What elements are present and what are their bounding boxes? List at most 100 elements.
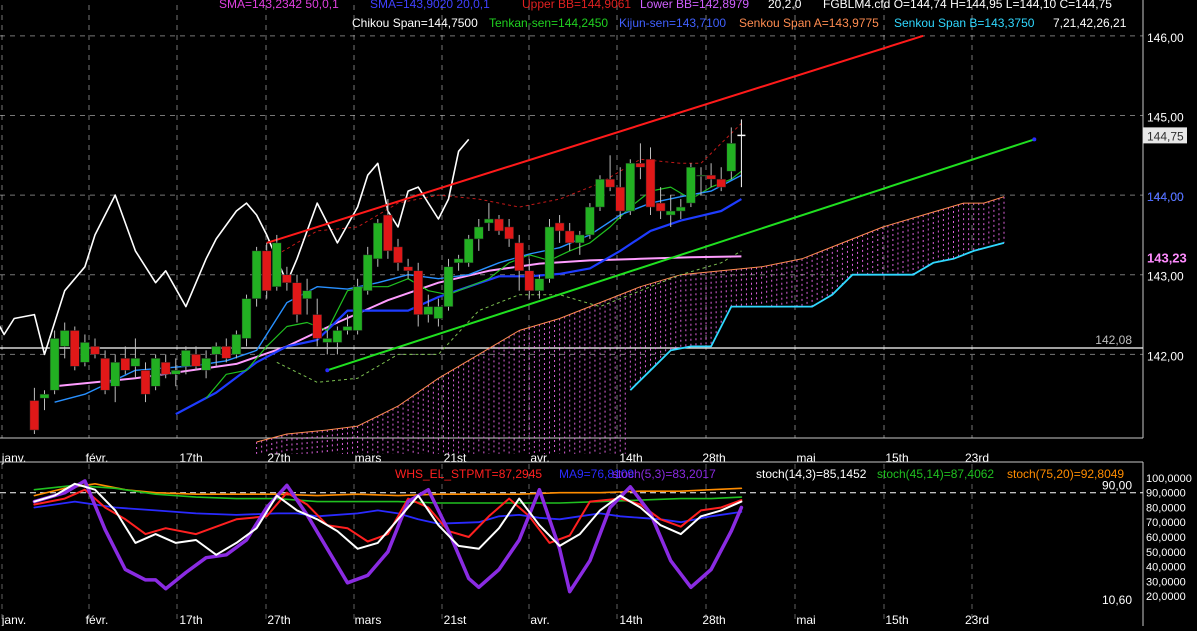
header-senkou_b: Senkou Span B=143,3750 <box>894 16 1035 30</box>
candle-body <box>534 278 545 291</box>
y-tick-label: 142,00 <box>1147 349 1184 363</box>
candle-body <box>362 254 373 291</box>
candle-body <box>524 270 535 291</box>
header-lower_bb: Lower BB=142,8979 <box>640 0 749 11</box>
candle-body <box>665 210 676 216</box>
candle-body <box>39 393 50 399</box>
candle-body <box>373 222 383 260</box>
candle-body <box>49 338 60 391</box>
indicator-y-tick-label: 20,0000 <box>1146 591 1186 603</box>
y-tick-label: 143,00 <box>1147 270 1184 284</box>
y-tick-label: 146,00 <box>1147 31 1184 45</box>
indicator-legend-entry: stoch(75,20)=92,8049 <box>1007 467 1124 481</box>
candle-body <box>100 358 110 391</box>
header-chikou: Chikou Span=144,7500 <box>352 16 478 30</box>
candle-body <box>504 226 514 240</box>
candle-body <box>130 358 141 367</box>
header-tenkan: Tenkan-sen=144,2450 <box>489 16 608 30</box>
indicator-y-tick-label: 70,0000 <box>1146 517 1186 529</box>
indicator-y-tick-label: 90,0000 <box>1146 488 1186 500</box>
x-tick-label: 15th <box>885 451 908 465</box>
header-params: 7,21,42,26,21 <box>1053 16 1127 30</box>
candle-body <box>463 238 474 264</box>
candle-body <box>625 163 636 212</box>
x-tick-label: mai <box>796 613 815 626</box>
candle-body <box>655 202 666 212</box>
candle-body <box>171 370 181 375</box>
candle-body <box>635 163 646 168</box>
x-tick-label: mai <box>796 451 815 465</box>
candle-body <box>150 358 161 387</box>
y-tick-label: 145,00 <box>1147 110 1184 124</box>
x-tick-label: 23rd <box>965 613 989 626</box>
header-upper_bb: Upper BB=144,9061 <box>522 0 631 11</box>
candle-body <box>181 350 191 367</box>
x-tick-label: 17th <box>179 613 202 626</box>
candle-body <box>696 174 706 177</box>
candle-body <box>231 334 242 355</box>
candle-body <box>433 306 444 319</box>
candle-body <box>443 266 454 307</box>
sma-price-label: 143,23 <box>1147 250 1187 265</box>
x-tick-label: 23rd <box>965 451 989 465</box>
x-tick-label: 27th <box>267 613 290 626</box>
candle-body <box>201 358 211 371</box>
candle-body <box>251 250 262 299</box>
chart-container: 146,00 145,00 144,00 143,00 142,00 janv. févr.… <box>0 0 1197 627</box>
candle-body <box>282 274 292 283</box>
candle-body <box>484 218 494 224</box>
x-tick-label: 14th <box>619 613 642 626</box>
indicator-legend-entry: stoch(14,3)=85,1452 <box>756 467 867 481</box>
candle-body <box>676 206 686 212</box>
x-tick-label: janv. <box>1 613 26 626</box>
candle-body <box>413 270 423 315</box>
candle-body <box>645 159 656 208</box>
x-tick-label: 28th <box>702 451 725 465</box>
x-tick-label: 27th <box>267 451 290 465</box>
x-tick-label: janv. <box>1 451 26 465</box>
candle-body <box>120 358 131 371</box>
tenkan-price-label: 144,00 <box>1147 190 1184 204</box>
trendline-anchor <box>325 368 330 373</box>
candle-body <box>332 330 343 343</box>
x-tick-label: 15th <box>885 613 908 626</box>
candle-body <box>726 143 737 172</box>
candle-body <box>211 346 221 355</box>
candle-body <box>292 282 302 315</box>
candle-body <box>191 354 201 367</box>
candle-body <box>272 242 282 287</box>
candle-body <box>514 242 524 272</box>
candle-body <box>474 226 484 240</box>
candle-body <box>544 226 555 279</box>
candle-body <box>686 166 696 204</box>
candle-body <box>90 346 100 355</box>
x-tick-label: 28th <box>702 613 725 626</box>
candle-body <box>494 218 504 232</box>
candle-body <box>70 330 80 367</box>
indicator-y-tick-label: 60,0000 <box>1146 532 1186 544</box>
candle-body <box>342 326 353 331</box>
header-sma2: SMA=143,9020 20,0,1 <box>370 0 490 11</box>
candle-body <box>110 362 120 387</box>
indicator-y-tick-label: 40,0000 <box>1146 562 1186 574</box>
reference-label: 142,08 <box>1095 333 1132 347</box>
last-price-label: 144,75 <box>1147 129 1184 143</box>
candle-body <box>423 306 434 315</box>
candle-body <box>312 314 322 339</box>
header-bb_params: 20,2,0 <box>768 0 802 11</box>
candle-body <box>160 362 171 375</box>
indicator-legend-entry: WHS_EL_STPMT=87,2945 <box>395 467 542 481</box>
x-tick-label: févr. <box>86 613 109 626</box>
header-ohlc: FGBLM4.cfd O=144,74 H=144,95 L=144,10 C=… <box>823 0 1112 11</box>
oversold-label: 10,60 <box>1102 593 1132 607</box>
indicator-legend-entry: stoch(5,3)=83,2017 <box>612 467 716 481</box>
header-sma1: SMA=143,2342 50,0,1 <box>219 0 339 11</box>
header-kijun: Kijun-sen=143,7100 <box>619 16 726 30</box>
candle-body <box>302 290 312 299</box>
candle-body <box>575 234 585 244</box>
candle-body <box>261 250 272 291</box>
candle-body <box>80 342 90 363</box>
candle-body <box>585 206 595 236</box>
candle-body <box>352 286 363 331</box>
candle-body <box>221 346 232 359</box>
